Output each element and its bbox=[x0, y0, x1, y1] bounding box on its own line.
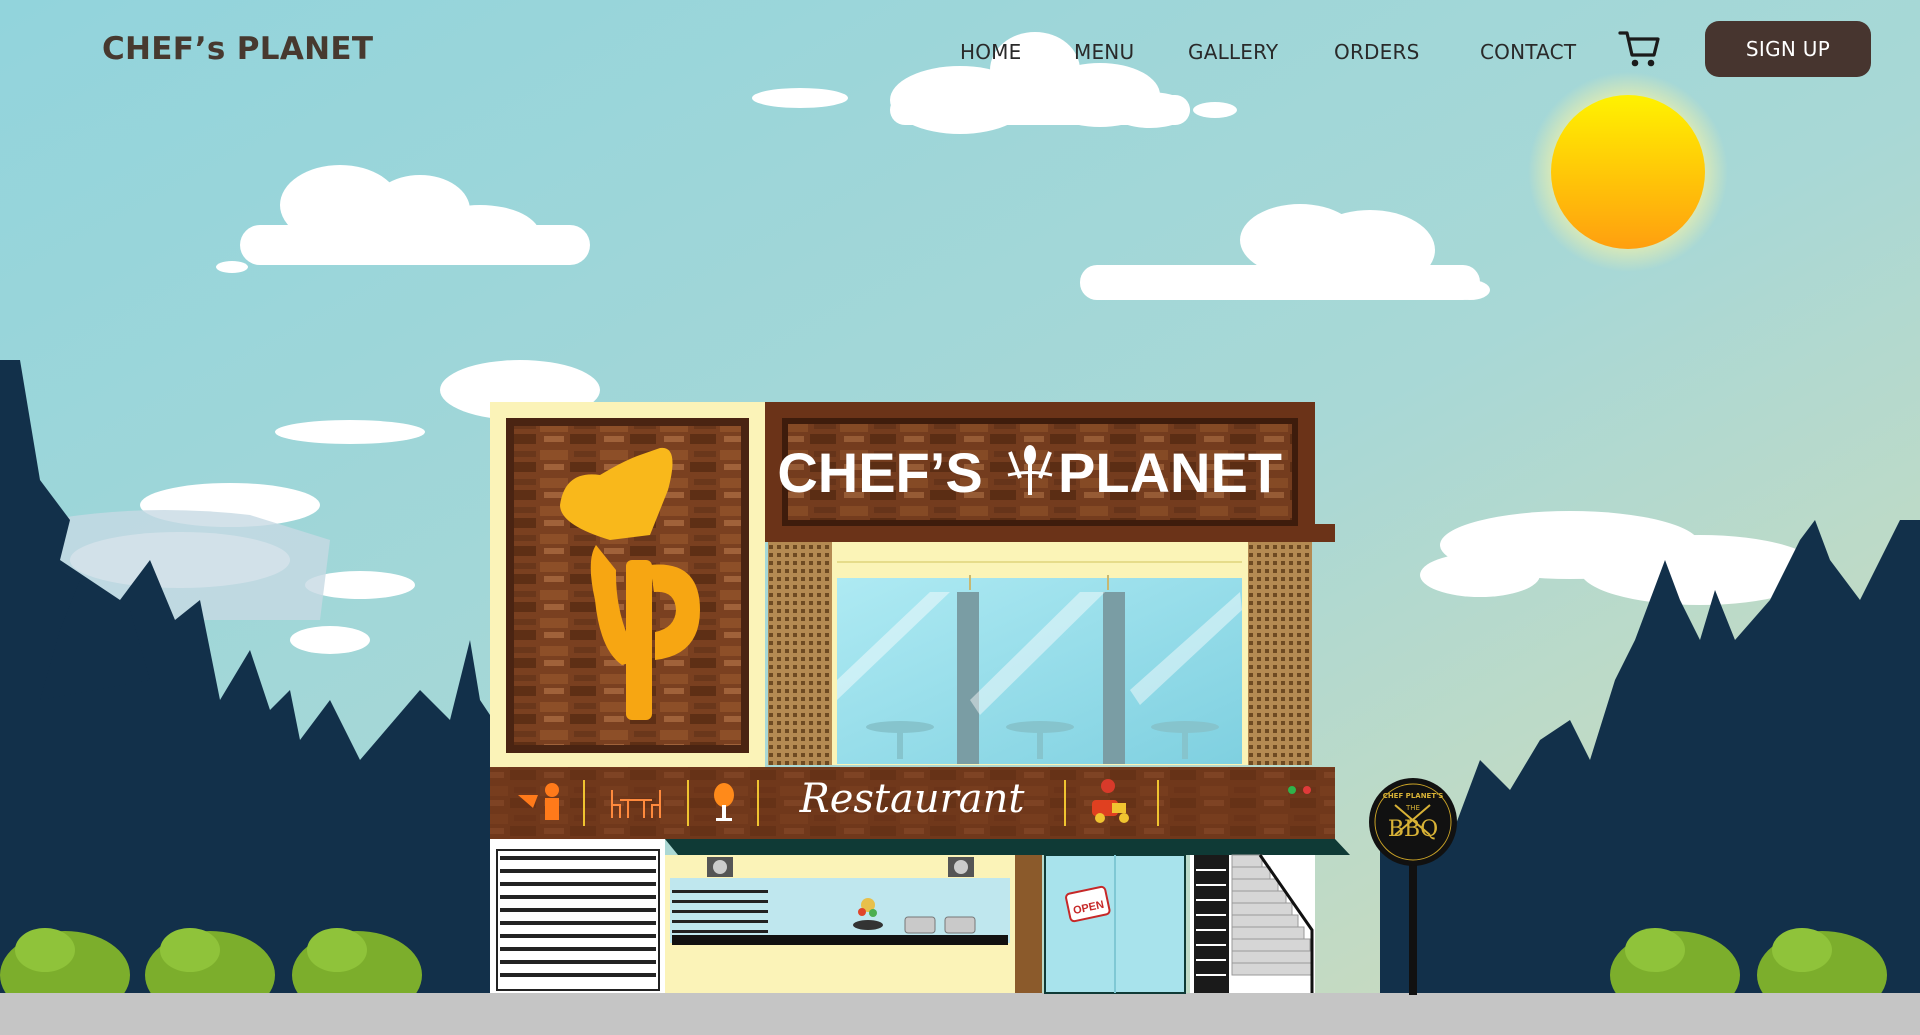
sign-up-button[interactable]: SIGN UP bbox=[1705, 21, 1871, 77]
restaurant-label: Restaurant bbox=[799, 776, 1026, 822]
nav-link-contact[interactable]: CONTACT bbox=[1480, 40, 1576, 64]
nav-link-gallery[interactable]: GALLERY bbox=[1188, 40, 1278, 64]
brand-logo-text[interactable]: CHEF’s PLANET bbox=[102, 31, 373, 67]
pillar bbox=[1015, 855, 1042, 993]
ground bbox=[0, 993, 1920, 1035]
bbq-sign-top: CHEF PLANET'S bbox=[1383, 792, 1444, 800]
sign-text-left: CHEF’S bbox=[777, 441, 982, 504]
bbq-sign-middle: THE bbox=[1405, 804, 1420, 812]
shopping-cart-icon[interactable] bbox=[1618, 29, 1662, 69]
lattice-left bbox=[768, 542, 832, 765]
top-navbar: CHEF’s PLANET HOME MENU GALLERY ORDERS C… bbox=[0, 0, 1920, 105]
nav-link-menu[interactable]: MENU bbox=[1074, 40, 1134, 64]
lattice-right bbox=[1248, 542, 1312, 765]
vent-left bbox=[707, 857, 733, 877]
sign-text-right: PLANET bbox=[1058, 441, 1282, 504]
hero-scene: OPEN CHEF’S PLANET Restaurant CHEF PLANE… bbox=[0, 0, 1920, 1035]
awning bbox=[665, 839, 1350, 855]
scene-illustration: OPEN CHEF’S PLANET Restaurant CHEF PLANE… bbox=[0, 0, 1920, 1035]
vent-right bbox=[948, 857, 974, 877]
nav-link-home[interactable]: HOME bbox=[960, 40, 1021, 64]
sun bbox=[1551, 95, 1705, 249]
nav-link-orders[interactable]: ORDERS bbox=[1334, 40, 1419, 64]
